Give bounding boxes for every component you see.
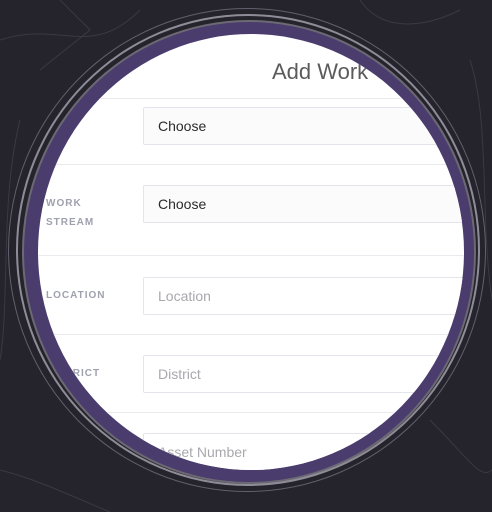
row-divider (38, 334, 464, 335)
location-input[interactable]: Location (143, 277, 464, 315)
form-title: Add Work (272, 59, 369, 84)
work-stream-label-line2: STREAM (46, 217, 95, 228)
district-placeholder: District (158, 366, 201, 382)
row-divider (38, 255, 464, 256)
district-input[interactable]: District (143, 355, 464, 393)
district-label: DISTRICT (46, 368, 101, 379)
location-label: LOCATION (46, 290, 106, 301)
work-stream-select[interactable]: Choose (143, 185, 464, 223)
work-stream-label: WORK STREAM (46, 194, 126, 232)
add-work-form: Add Work Choose WORK STREAM Choose LOCAT… (38, 34, 464, 470)
work-stream-select-value: Choose (158, 196, 207, 212)
asset-number-placeholder: Asset Number (158, 444, 247, 460)
location-placeholder: Location (158, 288, 211, 304)
work-stream-label-line1: WORK (46, 198, 82, 209)
first-select-value: Choose (158, 118, 207, 134)
row-divider (38, 98, 464, 99)
asset-number-input[interactable]: Asset Number (143, 433, 464, 470)
row-divider (38, 164, 464, 165)
first-select[interactable]: Choose (143, 107, 464, 145)
row-divider (38, 412, 464, 413)
magnifier-lens: Add Work Choose WORK STREAM Choose LOCAT… (38, 34, 464, 470)
